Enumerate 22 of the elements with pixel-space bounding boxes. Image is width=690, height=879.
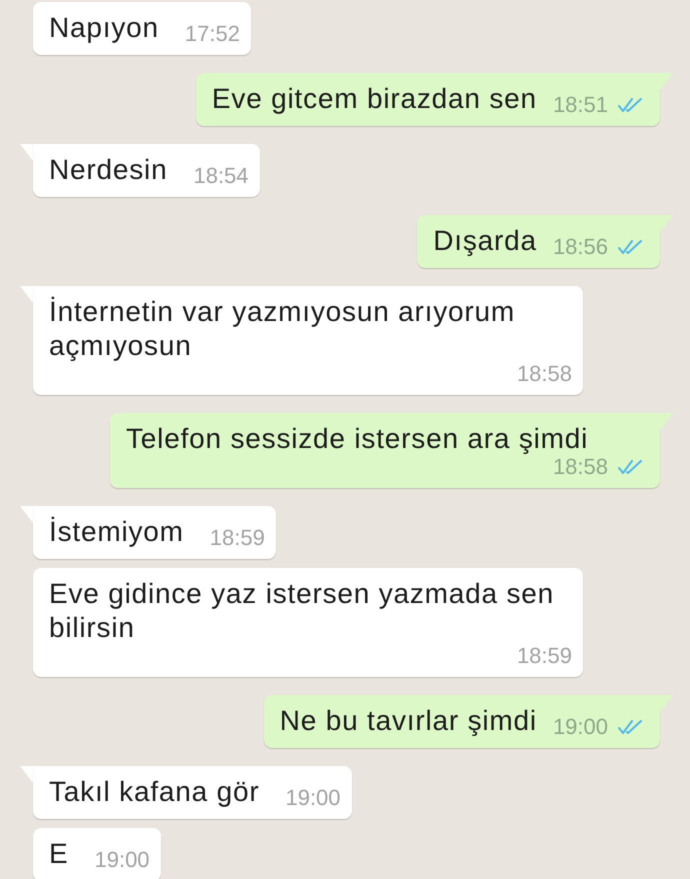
message-time: 18:54 [193,165,249,187]
message-time: 18:59 [516,645,572,667]
message-text: Nerdesin [49,153,168,187]
message-time: 18:59 [210,527,265,549]
message-time: 18:51 [552,94,608,116]
message-time: 19:00 [552,716,608,738]
message-text: Napıyon [49,11,159,45]
message-time: 18:56 [552,236,608,258]
message-time: 19:00 [285,787,341,809]
message-text: Telefon sessizde istersen ara şimdi [126,422,588,456]
message-text: Dışarda [433,224,537,258]
message-text: Eve gidince yaz istersen yazmada sen bilirsin [49,577,556,645]
message-time: 18:58 [516,363,572,385]
message-text: E [49,837,68,871]
message-time: 18:58 [552,456,608,478]
message-time: 17:52 [184,23,240,45]
message-text: Ne bu tavırlar şimdi [280,704,537,738]
message-text: Takıl kafana gör [49,775,260,809]
message-text: İnternetin var yazmıyosun arıyorum açmıyosun [49,295,516,363]
message-text: Eve gitcem birazdan sen [212,82,537,116]
message-text: İstemiyom [49,515,184,549]
message-time: 19:00 [94,849,150,871]
